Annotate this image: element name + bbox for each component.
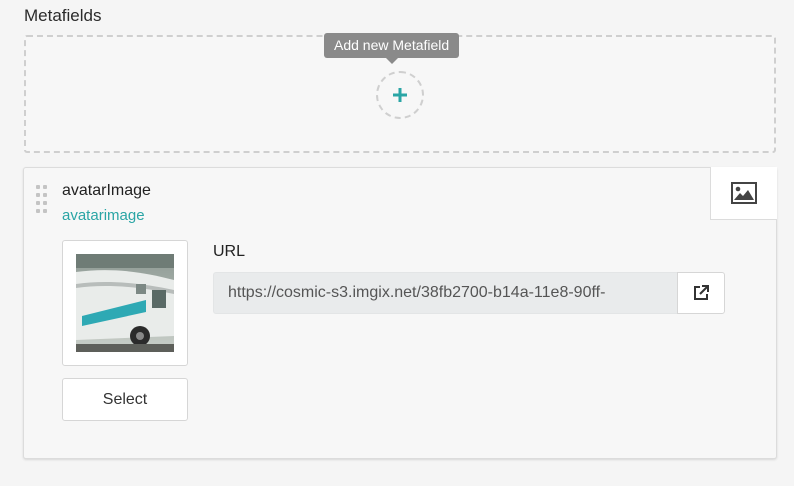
- plus-icon: [393, 88, 407, 102]
- url-input[interactable]: [213, 272, 679, 314]
- open-url-button[interactable]: [677, 272, 725, 314]
- external-link-icon: [694, 285, 709, 300]
- add-metafield-tooltip: Add new Metafield: [324, 33, 460, 64]
- avatar-thumbnail-box: [62, 240, 188, 366]
- url-label: URL: [213, 243, 246, 260]
- drag-handle-icon[interactable]: [36, 185, 50, 213]
- image-icon: [731, 182, 757, 204]
- add-metafield-button[interactable]: [376, 71, 424, 119]
- metafield-type-box: [710, 167, 777, 220]
- metafield-card: avatarImage avatarimage Select URL https…: [23, 167, 777, 459]
- metafield-key: avatarimage: [62, 207, 145, 224]
- select-image-button[interactable]: Select: [62, 378, 188, 421]
- avatar-thumbnail-image: [76, 254, 174, 352]
- metafield-title: avatarImage: [62, 182, 151, 199]
- metafields-section-title: Metafields: [24, 6, 102, 25]
